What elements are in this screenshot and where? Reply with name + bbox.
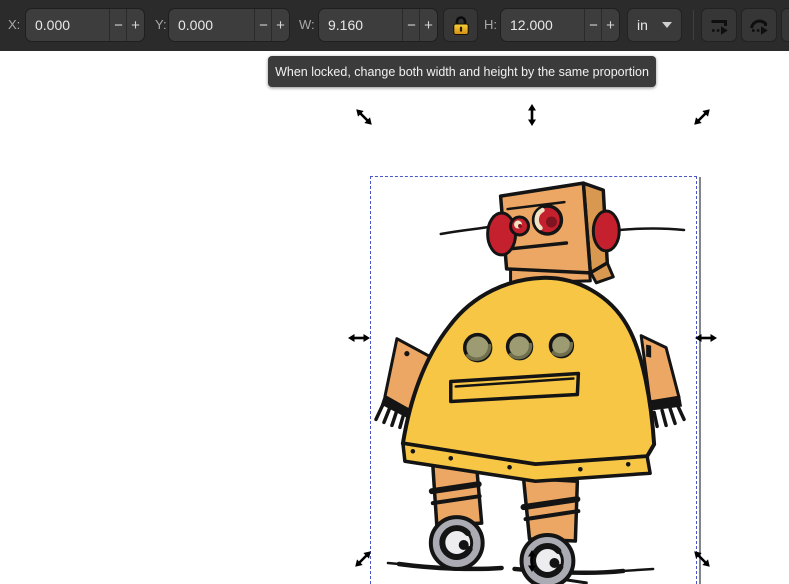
lock-ratio-button[interactable] [443, 8, 478, 42]
height-decrement-button[interactable]: − [584, 9, 602, 41]
x-increment-button[interactable]: + [126, 9, 144, 41]
move-patterns-button[interactable] [741, 8, 777, 42]
x-decrement-button[interactable]: − [109, 9, 127, 41]
chevron-down-icon [662, 22, 672, 28]
move-gradients-button[interactable] [701, 8, 737, 42]
y-field[interactable]: 0.000 − + [168, 8, 290, 42]
selection-handle-left[interactable] [348, 333, 370, 343]
dashed-arrow-straight-icon [711, 20, 728, 35]
units-dropdown[interactable]: in [627, 8, 682, 42]
width-value[interactable]: 9.160 [328, 9, 363, 41]
canvas[interactable] [0, 51, 789, 584]
page-border-right [699, 177, 701, 584]
height-field[interactable]: 12.000 − + [500, 8, 620, 42]
clipped-toolbar-button[interactable] [781, 8, 789, 42]
y-value[interactable]: 0.000 [178, 9, 213, 41]
x-label: X: [8, 17, 21, 32]
selection-handle-top[interactable] [527, 104, 537, 126]
width-increment-button[interactable]: + [419, 9, 437, 41]
units-value: in [637, 17, 648, 33]
selection-handle-right[interactable] [695, 333, 717, 343]
selection-marquee [370, 176, 697, 584]
selection-handle-bottom[interactable] [527, 550, 537, 572]
dashed-arrow-curved-icon [750, 19, 768, 35]
width-decrement-button[interactable]: − [402, 9, 420, 41]
inkscape-window: X: 0.000 − + Y: 0.000 − + W: 9.160 − + H… [0, 0, 789, 584]
width-label: W: [299, 17, 315, 32]
resize-arrow-icon [528, 550, 536, 572]
width-field[interactable]: 9.160 − + [318, 8, 438, 42]
selection-toolbar: X: 0.000 − + Y: 0.000 − + W: 9.160 − + H… [0, 0, 789, 51]
x-field[interactable]: 0.000 − + [25, 8, 145, 42]
height-increment-button[interactable]: + [601, 9, 619, 41]
y-decrement-button[interactable]: − [254, 9, 272, 41]
resize-arrow-icon [348, 334, 370, 342]
y-label: Y: [155, 17, 167, 32]
lock-icon [452, 16, 469, 35]
height-value[interactable]: 12.000 [510, 9, 553, 41]
y-increment-button[interactable]: + [271, 9, 289, 41]
toolbar-separator [693, 10, 694, 40]
x-value[interactable]: 0.000 [35, 9, 70, 41]
height-label: H: [484, 17, 497, 32]
resize-arrow-icon [695, 334, 717, 342]
resize-arrow-icon [528, 104, 536, 126]
lock-tooltip: When locked, change both width and heigh… [268, 56, 656, 87]
